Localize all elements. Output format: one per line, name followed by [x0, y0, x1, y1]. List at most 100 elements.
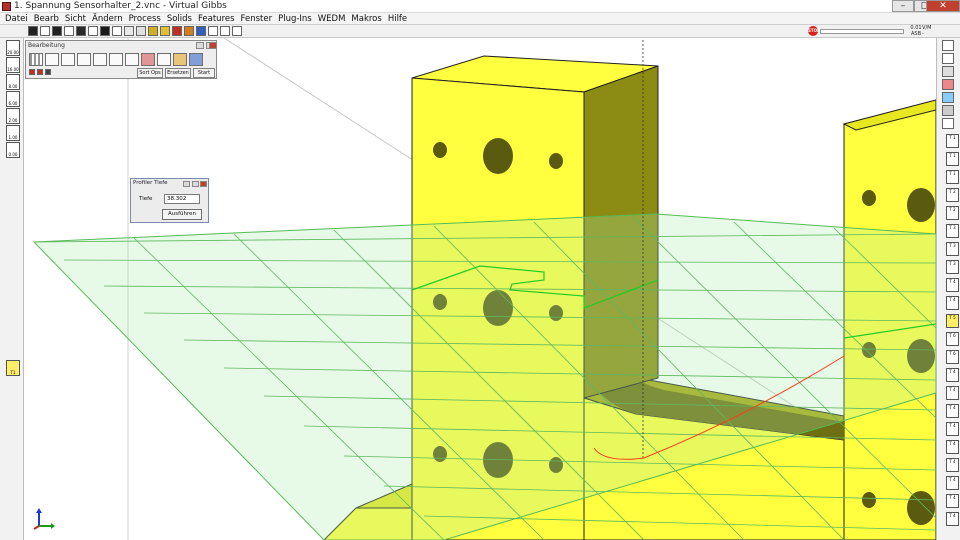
tool-slot[interactable]: 1.00: [6, 125, 20, 141]
menu-item[interactable]: Solids: [164, 13, 195, 25]
execute-button[interactable]: Ausführen: [162, 209, 202, 220]
menu-item[interactable]: Sicht: [62, 13, 89, 25]
depth-label: Tiefe: [139, 196, 153, 202]
right-surface-icon[interactable]: [942, 92, 954, 103]
start-button[interactable]: Start: [193, 68, 215, 78]
menu-item[interactable]: Bearb: [31, 13, 62, 25]
toolbar-open-icon[interactable]: [40, 26, 50, 36]
toolbar-shade-icon[interactable]: [124, 26, 134, 36]
tool-slot[interactable]: 16.00: [6, 57, 20, 73]
menu-item[interactable]: Ändern: [89, 13, 126, 25]
tool-tile[interactable]: T 4: [946, 386, 959, 400]
tool-tile[interactable]: T 5: [946, 314, 959, 328]
pal-delete-icon[interactable]: [29, 69, 35, 75]
pal-contour-icon[interactable]: [45, 53, 59, 66]
tool-tile[interactable]: T 6: [946, 332, 959, 346]
toolbar-tool-icon[interactable]: [172, 26, 182, 36]
pal-stop-icon[interactable]: [37, 69, 43, 75]
toolbar-rotate-icon[interactable]: [208, 26, 218, 36]
pal-rough-icon[interactable]: [157, 53, 171, 66]
pal-list-icon[interactable]: [45, 69, 51, 75]
menu-item[interactable]: Features: [195, 13, 238, 25]
menu-item[interactable]: Fenster: [238, 13, 276, 25]
tool-tile[interactable]: T 2: [946, 188, 959, 202]
pal-surface-icon[interactable]: [93, 53, 107, 66]
toolbar-part-icon[interactable]: [184, 26, 194, 36]
right-spline-icon[interactable]: [942, 105, 954, 116]
toolbar-save-icon[interactable]: [52, 26, 62, 36]
tool-tile[interactable]: T 3: [946, 224, 959, 238]
replace-button[interactable]: Ersetzen: [165, 68, 191, 78]
tool-tile[interactable]: T 3: [946, 260, 959, 274]
tool-tile[interactable]: T 6: [946, 350, 959, 364]
toolbar-pan-icon[interactable]: [220, 26, 230, 36]
menu-item[interactable]: Process: [126, 13, 164, 25]
tool-slot[interactable]: 0.00: [6, 142, 20, 158]
toolbar-measure-icon[interactable]: [196, 26, 206, 36]
toolbar-wire-icon[interactable]: [112, 26, 122, 36]
menu-item[interactable]: Plug-Ins: [275, 13, 315, 25]
tool-slot[interactable]: 2.00: [6, 108, 20, 124]
toolbar-help-icon[interactable]: [232, 26, 242, 36]
pal-drill-icon[interactable]: [29, 53, 43, 66]
toolbar-solid-icon[interactable]: [148, 26, 158, 36]
pal-finish-icon[interactable]: [173, 53, 187, 66]
tool-slot[interactable]: 6.00: [6, 91, 20, 107]
tool-tile[interactable]: T 4: [946, 278, 959, 292]
tool-slot[interactable]: 8.00: [6, 74, 20, 90]
menu-item[interactable]: Datei: [2, 13, 31, 25]
menu-item[interactable]: Hilfe: [385, 13, 410, 25]
menu-item[interactable]: Makros: [348, 13, 384, 25]
tool-tile[interactable]: T 4: [946, 404, 959, 418]
tool-slot[interactable]: 20.00: [6, 40, 20, 56]
toolbar-box-icon[interactable]: [160, 26, 170, 36]
right-select-icon[interactable]: [942, 40, 954, 51]
pal-verify-icon[interactable]: [189, 53, 203, 66]
pal-engrave-icon[interactable]: [125, 53, 139, 66]
pal-face-icon[interactable]: [77, 53, 91, 66]
tool-slot-lower[interactable]: T1: [6, 360, 20, 376]
scene-svg[interactable]: [24, 38, 936, 540]
dialog-close-button[interactable]: [200, 181, 207, 187]
dialog-minimize-button[interactable]: [192, 181, 199, 187]
toolbar-grid-icon[interactable]: [88, 26, 98, 36]
palette-minimize-button[interactable]: [196, 42, 204, 49]
toolbar-print-icon[interactable]: [64, 26, 74, 36]
dialog-help-button[interactable]: [183, 181, 190, 187]
stop-button[interactable]: STOP: [808, 26, 820, 36]
toolbar-new-icon[interactable]: [28, 26, 38, 36]
pal-pocket-icon[interactable]: [61, 53, 75, 66]
tool-tile[interactable]: T 4: [946, 458, 959, 472]
tool-slot-value: 0.00: [8, 152, 18, 157]
tool-tile[interactable]: T 1: [946, 134, 959, 148]
right-point-icon[interactable]: [942, 66, 954, 77]
profile-depth-dialog[interactable]: Profiler Tiefe Tiefe Ausführen: [130, 178, 209, 223]
tool-tile[interactable]: T 4: [946, 512, 959, 526]
pal-chamfer-icon[interactable]: [141, 53, 155, 66]
sort-ops-button[interactable]: Sort Ops: [137, 68, 163, 78]
tool-tile[interactable]: T 4: [946, 422, 959, 436]
toolbar-zoom-icon[interactable]: [136, 26, 146, 36]
toolbar-view-icon[interactable]: [76, 26, 86, 36]
close-button[interactable]: ✕: [926, 0, 960, 12]
menu-item[interactable]: WEDM: [315, 13, 349, 25]
toolbar-render-icon[interactable]: [100, 26, 110, 36]
tool-tile[interactable]: T 4: [946, 296, 959, 310]
tool-tile[interactable]: T 4: [946, 368, 959, 382]
tool-tile[interactable]: T 1: [946, 170, 959, 184]
right-curve-icon[interactable]: [942, 118, 954, 129]
depth-input[interactable]: [164, 194, 200, 204]
tool-tile[interactable]: T 4: [946, 476, 959, 490]
tool-tile[interactable]: T 4: [946, 494, 959, 508]
minimize-button[interactable]: –: [892, 0, 914, 12]
pal-thread-icon[interactable]: [109, 53, 123, 66]
tool-tile[interactable]: T 2: [946, 206, 959, 220]
tool-tile[interactable]: T 1: [946, 152, 959, 166]
right-line-icon[interactable]: [942, 53, 954, 64]
palette-close-button[interactable]: [209, 42, 217, 49]
machining-palette[interactable]: Bearbeitung Sort Ops Ersetzen Start: [25, 40, 217, 79]
right-arc-icon[interactable]: [942, 79, 954, 90]
tool-tile[interactable]: T 4: [946, 440, 959, 454]
tool-tile[interactable]: T 3: [946, 242, 959, 256]
graphics-viewport[interactable]: [24, 38, 936, 540]
